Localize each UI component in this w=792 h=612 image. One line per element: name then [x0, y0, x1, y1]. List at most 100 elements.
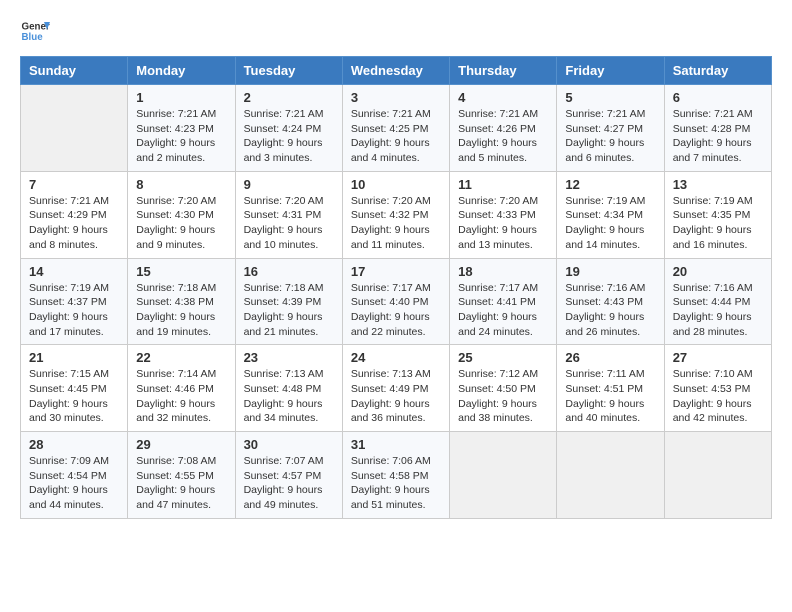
week-row-5: 28Sunrise: 7:09 AM Sunset: 4:54 PM Dayli… [21, 432, 772, 519]
day-content: Sunrise: 7:19 AM Sunset: 4:34 PM Dayligh… [565, 194, 655, 253]
day-content: Sunrise: 7:15 AM Sunset: 4:45 PM Dayligh… [29, 367, 119, 426]
calendar-header: SundayMondayTuesdayWednesdayThursdayFrid… [21, 57, 772, 85]
calendar-cell: 15 Sunrise: 7:18 AM Sunset: 4:38 PM Dayli… [128, 258, 235, 345]
day-number: 30 [244, 437, 334, 452]
day-content: Sunrise: 7:18 AM Sunset: 4:38 PM Dayligh… [136, 281, 226, 340]
day-content: Sunrise: 7:20 AM Sunset: 4:32 PM Dayligh… [351, 194, 441, 253]
day-number: 13 [673, 177, 763, 192]
day-number: 22 [136, 350, 226, 365]
day-content: Sunrise: 7:20 AM Sunset: 4:31 PM Dayligh… [244, 194, 334, 253]
day-content: Sunrise: 7:21 AM Sunset: 4:25 PM Dayligh… [351, 107, 441, 166]
page-header: General Blue [20, 16, 772, 46]
calendar-cell: 26 Sunrise: 7:11 AM Sunset: 4:51 PM Dayli… [557, 345, 664, 432]
day-number: 14 [29, 264, 119, 279]
day-number: 18 [458, 264, 548, 279]
calendar-cell: 3Sunrise: 7:21 AM Sunset: 4:25 PM Daylig… [342, 85, 449, 172]
day-number: 11 [458, 177, 548, 192]
calendar-table: SundayMondayTuesdayWednesdayThursdayFrid… [20, 56, 772, 519]
column-header-tuesday: Tuesday [235, 57, 342, 85]
calendar-cell: 30 Sunrise: 7:07 AM Sunset: 4:57 PM Dayli… [235, 432, 342, 519]
day-content: Sunrise: 7:17 AM Sunset: 4:40 PM Dayligh… [351, 281, 441, 340]
day-content: Sunrise: 7:11 AM Sunset: 4:51 PM Dayligh… [565, 367, 655, 426]
day-content: Sunrise: 7:20 AM Sunset: 4:30 PM Dayligh… [136, 194, 226, 253]
calendar-cell: 2 Sunrise: 7:21 AM Sunset: 4:24 PM Daylig… [235, 85, 342, 172]
header-row: SundayMondayTuesdayWednesdayThursdayFrid… [21, 57, 772, 85]
calendar-cell: 17 Sunrise: 7:17 AM Sunset: 4:40 PM Dayli… [342, 258, 449, 345]
calendar-cell: 20Sunrise: 7:16 AM Sunset: 4:44 PM Dayli… [664, 258, 771, 345]
day-number: 23 [244, 350, 334, 365]
day-content: Sunrise: 7:14 AM Sunset: 4:46 PM Dayligh… [136, 367, 226, 426]
day-number: 31 [351, 437, 441, 452]
week-row-3: 14 Sunrise: 7:19 AM Sunset: 4:37 PM Dayli… [21, 258, 772, 345]
day-content: Sunrise: 7:07 AM Sunset: 4:57 PM Dayligh… [244, 454, 334, 513]
day-content: Sunrise: 7:12 AM Sunset: 4:50 PM Dayligh… [458, 367, 548, 426]
day-content: Sunrise: 7:21 AM Sunset: 4:26 PM Dayligh… [458, 107, 548, 166]
day-content: Sunrise: 7:21 AM Sunset: 4:29 PM Dayligh… [29, 194, 119, 253]
day-number: 15 [136, 264, 226, 279]
calendar-cell: 1 Sunrise: 7:21 AM Sunset: 4:23 PM Daylig… [128, 85, 235, 172]
day-content: Sunrise: 7:21 AM Sunset: 4:23 PM Dayligh… [136, 107, 226, 166]
week-row-1: 1 Sunrise: 7:21 AM Sunset: 4:23 PM Daylig… [21, 85, 772, 172]
calendar-cell: 10 Sunrise: 7:20 AM Sunset: 4:32 PM Dayli… [342, 171, 449, 258]
calendar-cell: 28Sunrise: 7:09 AM Sunset: 4:54 PM Dayli… [21, 432, 128, 519]
day-content: Sunrise: 7:19 AM Sunset: 4:37 PM Dayligh… [29, 281, 119, 340]
day-content: Sunrise: 7:06 AM Sunset: 4:58 PM Dayligh… [351, 454, 441, 513]
column-header-thursday: Thursday [450, 57, 557, 85]
calendar-cell: 25Sunrise: 7:12 AM Sunset: 4:50 PM Dayli… [450, 345, 557, 432]
calendar-cell: 13 Sunrise: 7:19 AM Sunset: 4:35 PM Dayli… [664, 171, 771, 258]
day-number: 19 [565, 264, 655, 279]
day-number: 9 [244, 177, 334, 192]
day-content: Sunrise: 7:09 AM Sunset: 4:54 PM Dayligh… [29, 454, 119, 513]
day-content: Sunrise: 7:08 AM Sunset: 4:55 PM Dayligh… [136, 454, 226, 513]
day-content: Sunrise: 7:16 AM Sunset: 4:44 PM Dayligh… [673, 281, 763, 340]
calendar-cell: 22 Sunrise: 7:14 AM Sunset: 4:46 PM Dayli… [128, 345, 235, 432]
day-content: Sunrise: 7:18 AM Sunset: 4:39 PM Dayligh… [244, 281, 334, 340]
calendar-cell: 9 Sunrise: 7:20 AM Sunset: 4:31 PM Daylig… [235, 171, 342, 258]
day-content: Sunrise: 7:13 AM Sunset: 4:49 PM Dayligh… [351, 367, 441, 426]
day-number: 4 [458, 90, 548, 105]
day-content: Sunrise: 7:17 AM Sunset: 4:41 PM Dayligh… [458, 281, 548, 340]
calendar-cell: 31 Sunrise: 7:06 AM Sunset: 4:58 PM Dayli… [342, 432, 449, 519]
day-number: 16 [244, 264, 334, 279]
calendar-cell: 14 Sunrise: 7:19 AM Sunset: 4:37 PM Dayli… [21, 258, 128, 345]
day-number: 24 [351, 350, 441, 365]
calendar-cell: 19 Sunrise: 7:16 AM Sunset: 4:43 PM Dayli… [557, 258, 664, 345]
calendar-cell: 16 Sunrise: 7:18 AM Sunset: 4:39 PM Dayli… [235, 258, 342, 345]
column-header-monday: Monday [128, 57, 235, 85]
day-number: 6 [673, 90, 763, 105]
day-number: 12 [565, 177, 655, 192]
calendar-cell: 24 Sunrise: 7:13 AM Sunset: 4:49 PM Dayli… [342, 345, 449, 432]
calendar-body: 1 Sunrise: 7:21 AM Sunset: 4:23 PM Daylig… [21, 85, 772, 519]
day-number: 17 [351, 264, 441, 279]
day-number: 26 [565, 350, 655, 365]
day-content: Sunrise: 7:21 AM Sunset: 4:24 PM Dayligh… [244, 107, 334, 166]
calendar-cell: 18 Sunrise: 7:17 AM Sunset: 4:41 PM Dayli… [450, 258, 557, 345]
day-content: Sunrise: 7:19 AM Sunset: 4:35 PM Dayligh… [673, 194, 763, 253]
logo: General Blue [20, 16, 50, 46]
calendar-cell [21, 85, 128, 172]
calendar-cell [450, 432, 557, 519]
calendar-cell [664, 432, 771, 519]
day-content: Sunrise: 7:16 AM Sunset: 4:43 PM Dayligh… [565, 281, 655, 340]
day-number: 27 [673, 350, 763, 365]
day-content: Sunrise: 7:13 AM Sunset: 4:48 PM Dayligh… [244, 367, 334, 426]
day-number: 10 [351, 177, 441, 192]
week-row-2: 7 Sunrise: 7:21 AM Sunset: 4:29 PM Daylig… [21, 171, 772, 258]
column-header-sunday: Sunday [21, 57, 128, 85]
calendar-cell: 6 Sunrise: 7:21 AM Sunset: 4:28 PM Daylig… [664, 85, 771, 172]
calendar-cell: 29 Sunrise: 7:08 AM Sunset: 4:55 PM Dayli… [128, 432, 235, 519]
column-header-wednesday: Wednesday [342, 57, 449, 85]
day-number: 29 [136, 437, 226, 452]
column-header-friday: Friday [557, 57, 664, 85]
day-number: 7 [29, 177, 119, 192]
week-row-4: 21 Sunrise: 7:15 AM Sunset: 4:45 PM Dayli… [21, 345, 772, 432]
calendar-cell: 11Sunrise: 7:20 AM Sunset: 4:33 PM Dayli… [450, 171, 557, 258]
day-content: Sunrise: 7:21 AM Sunset: 4:28 PM Dayligh… [673, 107, 763, 166]
day-number: 1 [136, 90, 226, 105]
calendar-cell: 5Sunrise: 7:21 AM Sunset: 4:27 PM Daylig… [557, 85, 664, 172]
day-number: 21 [29, 350, 119, 365]
day-number: 8 [136, 177, 226, 192]
calendar-cell: 21 Sunrise: 7:15 AM Sunset: 4:45 PM Dayli… [21, 345, 128, 432]
calendar-cell: 4 Sunrise: 7:21 AM Sunset: 4:26 PM Daylig… [450, 85, 557, 172]
day-number: 2 [244, 90, 334, 105]
